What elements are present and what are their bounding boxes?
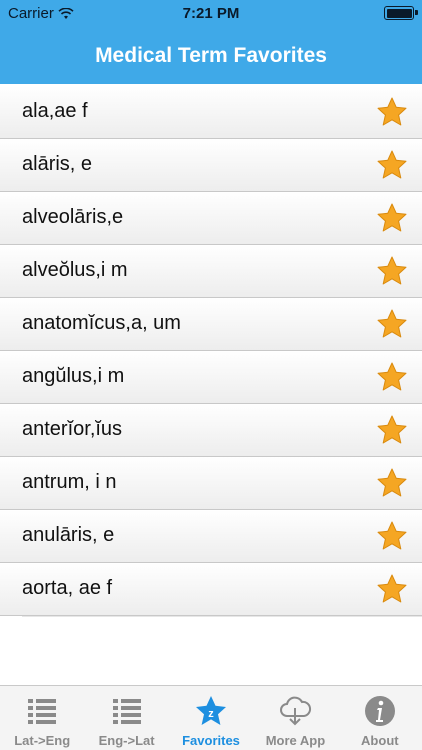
- list-item[interactable]: ala,ae f: [0, 86, 422, 139]
- tab-about[interactable]: About: [338, 686, 422, 750]
- list-item[interactable]: angŭlus,i m: [0, 351, 422, 404]
- list-item[interactable]: anterĭor,ĭus: [0, 404, 422, 457]
- favorite-star-icon[interactable]: [376, 467, 408, 499]
- list-item[interactable]: alveolāris,e: [0, 192, 422, 245]
- list-icon: [110, 694, 144, 728]
- term-label: anulāris, e: [22, 524, 115, 546]
- term-label: anatomĭcus,a, um: [22, 312, 181, 334]
- tab-label: About: [361, 733, 399, 748]
- favorite-star-icon[interactable]: [376, 96, 408, 128]
- term-label: angŭlus,i m: [22, 365, 125, 387]
- list-icon: [25, 694, 59, 728]
- favorites-list: ala,ae f alāris, e alveolāris,e alveŏlus,i …: [0, 86, 422, 616]
- tab-label: Lat->Eng: [14, 733, 71, 748]
- tab-eng-lat[interactable]: Eng->Lat: [84, 686, 168, 750]
- term-label: alveolāris,e: [22, 206, 124, 228]
- term-label: antrum, i n: [22, 471, 117, 493]
- tab-more-app[interactable]: More App: [253, 686, 337, 750]
- favorite-star-icon[interactable]: [376, 573, 408, 605]
- list-item[interactable]: alāris, e: [0, 139, 422, 192]
- favorite-star-icon[interactable]: [376, 520, 408, 552]
- list-item[interactable]: alveŏlus,i m: [0, 245, 422, 298]
- tab-lat-eng[interactable]: Lat->Eng: [0, 686, 84, 750]
- term-label: aorta, ae f: [22, 577, 113, 599]
- favorites-star-icon: z: [194, 694, 228, 728]
- list-item[interactable]: anatomĭcus,a, um: [0, 298, 422, 351]
- tab-label: Eng->Lat: [98, 733, 155, 748]
- favorite-star-icon[interactable]: [376, 202, 408, 234]
- list-item[interactable]: anulāris, e: [0, 510, 422, 563]
- tab-label: More App: [265, 733, 326, 748]
- list-empty-area: [22, 616, 422, 686]
- tab-favorites[interactable]: z Favorites: [169, 686, 253, 750]
- favorite-star-icon[interactable]: [376, 255, 408, 287]
- list-item[interactable]: antrum, i n: [0, 457, 422, 510]
- status-time: 7:21 PM: [182, 5, 240, 22]
- favorite-star-icon[interactable]: [376, 361, 408, 393]
- page-title: Medical Term Favorites: [0, 28, 422, 84]
- info-icon: [363, 694, 397, 728]
- list-item[interactable]: aorta, ae f: [0, 563, 422, 616]
- battery-icon: [384, 6, 418, 20]
- tab-bar: Lat->Eng Eng->Lat z Favorites More App About: [0, 685, 422, 750]
- svg-text:z: z: [208, 708, 214, 720]
- favorite-star-icon[interactable]: [376, 149, 408, 181]
- tab-label: Favorites: [182, 733, 240, 748]
- favorite-star-icon[interactable]: [376, 308, 408, 340]
- status-bar: Carrier 7:21 PM: [0, 0, 422, 28]
- term-label: ala,ae f: [22, 100, 88, 122]
- term-label: alveŏlus,i m: [22, 259, 128, 281]
- term-label: alāris, e: [22, 153, 93, 175]
- term-label: anterĭor,ĭus: [22, 418, 123, 440]
- favorite-star-icon[interactable]: [376, 414, 408, 446]
- cloud-download-icon: [278, 694, 312, 728]
